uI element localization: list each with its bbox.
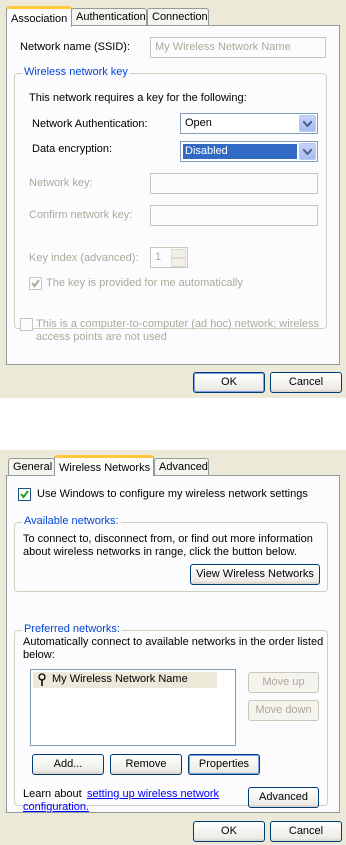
requires-key-text: This network requires a key for the foll… — [29, 92, 247, 104]
encryption-select[interactable]: Disabled — [180, 141, 318, 162]
key-index-spinner[interactable]: 1 — [150, 247, 188, 268]
wireless-networks-panel: Use Windows to configure my wireless net… — [6, 475, 340, 813]
adhoc-label-line2: access points are not used — [36, 331, 167, 343]
chevron-down-icon[interactable] — [299, 143, 316, 160]
tab-general[interactable]: General — [8, 458, 55, 475]
preferred-networks-list[interactable]: My Wireless Network Name — [30, 669, 236, 746]
setup-link-line2[interactable]: configuration. — [23, 801, 89, 813]
wireless-network-connection-properties-dialog: General Wireless Networks Advanced Use W… — [0, 450, 346, 845]
key-index-value: 1 — [155, 251, 162, 263]
spin-up-icon[interactable] — [171, 249, 186, 258]
wireless-network-key-group — [14, 73, 327, 329]
view-wireless-networks-button[interactable]: View Wireless Networks — [190, 564, 320, 585]
spin-down-icon[interactable] — [171, 258, 186, 267]
association-panel: Network name (SSID): My Wireless Network… — [6, 25, 340, 365]
adhoc-label-line1: This is a computer-to-computer (ad hoc) … — [36, 318, 320, 330]
add-button[interactable]: Add... — [32, 754, 104, 775]
learn-about-text: Learn about — [23, 788, 82, 800]
preferred-text-line1: Automatically connect to available netwo… — [23, 636, 324, 648]
checkmark-icon — [20, 490, 29, 499]
cancel-button[interactable]: Cancel — [270, 821, 342, 842]
list-item[interactable]: My Wireless Network Name — [33, 672, 217, 688]
available-networks-title: Available networks: — [22, 515, 121, 527]
auto-key-label: The key is provided for me automatically — [46, 277, 243, 289]
available-text-line2: about wireless networks in range, click … — [23, 546, 297, 558]
tab-advanced[interactable]: Advanced — [154, 458, 209, 475]
ok-button[interactable]: OK — [193, 821, 265, 842]
encryption-label: Data encryption: — [32, 143, 113, 155]
antenna-icon — [38, 673, 46, 686]
ok-button[interactable]: OK — [193, 372, 265, 393]
move-down-button[interactable]: Move down — [248, 700, 319, 721]
encryption-select-value: Disabled — [183, 144, 297, 159]
tab-wireless-networks[interactable]: Wireless Networks — [54, 455, 154, 476]
wireless-network-key-title: Wireless network key — [22, 66, 130, 78]
ssid-label: Network name (SSID): — [20, 41, 131, 53]
advanced-button[interactable]: Advanced — [248, 787, 319, 808]
wireless-network-properties-dialog: Association Authentication Connection Ne… — [0, 0, 346, 398]
preferred-networks-title: Preferred networks: — [22, 623, 122, 635]
move-up-button[interactable]: Move up — [248, 672, 319, 693]
auth-select-value: Open — [185, 117, 212, 129]
tab-connection[interactable]: Connection — [147, 8, 209, 25]
auth-select[interactable]: Open — [180, 113, 318, 134]
network-name: My Wireless Network Name — [52, 673, 188, 685]
tab-authentication[interactable]: Authentication — [71, 8, 147, 25]
chevron-down-icon[interactable] — [299, 115, 316, 132]
use-windows-checkbox[interactable] — [18, 488, 31, 501]
use-windows-label: Use Windows to configure my wireless net… — [37, 488, 308, 500]
checkmark-icon — [31, 279, 40, 288]
key-index-label: Key index (advanced): — [29, 252, 139, 264]
adhoc-checkbox[interactable] — [20, 318, 33, 331]
confirm-key-label: Confirm network key: — [29, 209, 133, 221]
remove-button[interactable]: Remove — [110, 754, 182, 775]
setup-link[interactable]: setting up wireless network — [87, 788, 219, 800]
network-key-field[interactable] — [150, 173, 318, 194]
auto-key-checkbox[interactable] — [29, 277, 42, 290]
properties-button[interactable]: Properties — [188, 754, 260, 775]
tab-association[interactable]: Association — [6, 6, 72, 27]
preferred-text-line2: below: — [23, 649, 55, 661]
network-key-label: Network key: — [29, 177, 93, 189]
ssid-field[interactable]: My Wireless Network Name — [150, 37, 326, 58]
available-text-line1: To connect to, disconnect from, or find … — [23, 533, 313, 545]
auth-label: Network Authentication: — [32, 118, 148, 130]
confirm-key-field[interactable] — [150, 205, 318, 226]
cancel-button[interactable]: Cancel — [270, 372, 342, 393]
